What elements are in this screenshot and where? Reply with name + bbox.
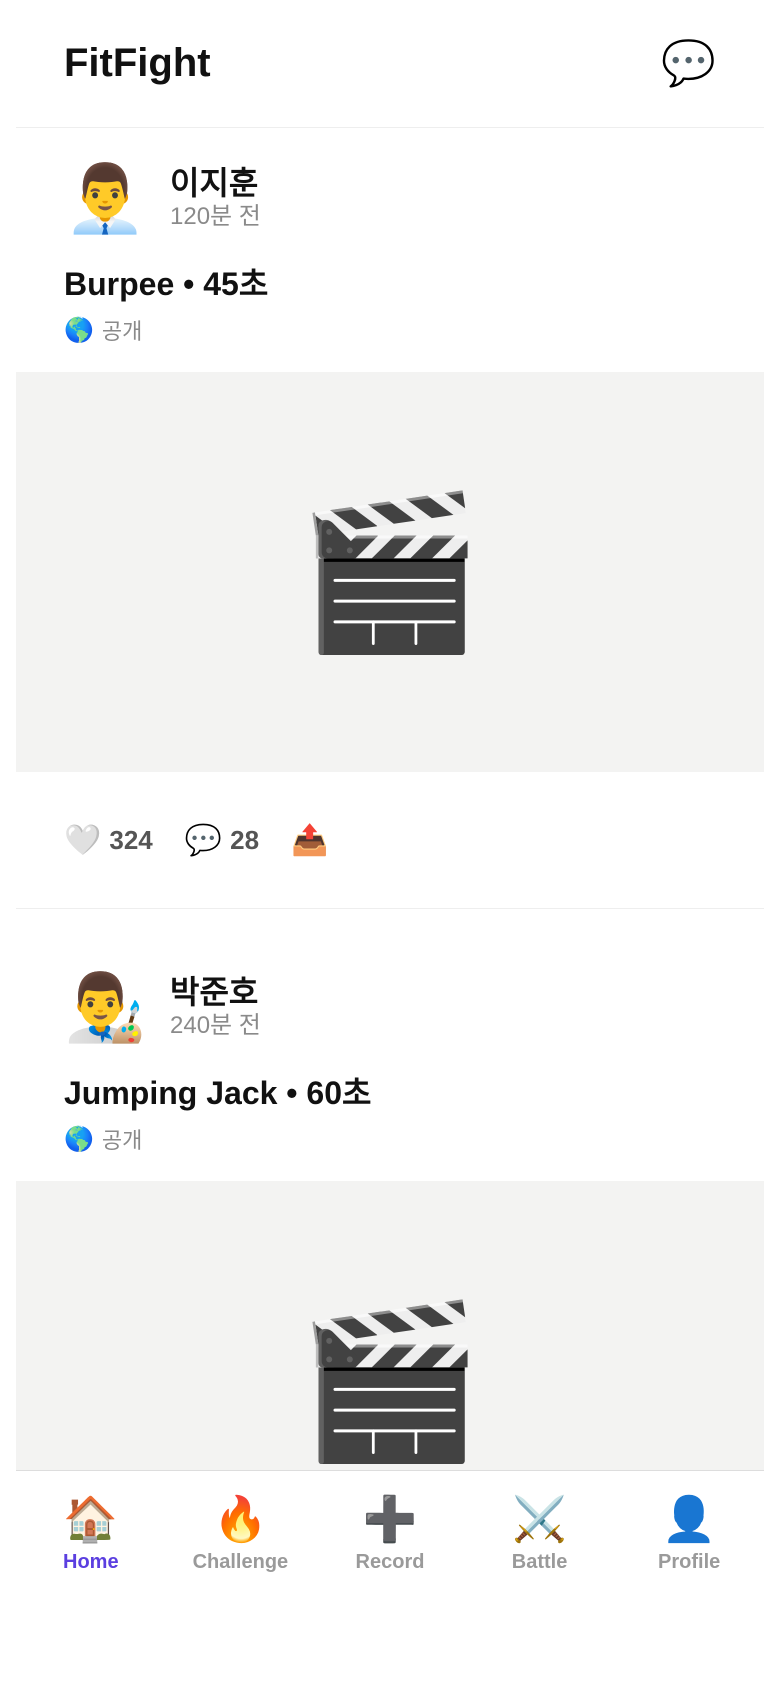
share-button[interactable]: 📤 xyxy=(291,823,328,858)
clapperboard-icon: 🎬 xyxy=(296,488,484,656)
comment-button[interactable]: 💬 28 xyxy=(185,823,259,858)
fire-icon: 🔥 xyxy=(212,1495,268,1544)
post-actions: 🤍 324 💬 28 📤 xyxy=(16,772,764,908)
post-time: 240분 전 xyxy=(170,1012,261,1039)
bottom-tab-bar: 🏠 Home 🔥 Challenge ➕ Record ⚔️ Battle 👤 … xyxy=(16,1470,764,1689)
post-header: 👨‍🎨 박준호 240분 전 Jumping Jack • 60초 🌎 공개 xyxy=(16,937,764,1155)
top-header: FitFight 💬 xyxy=(16,0,764,128)
messages-icon[interactable]: 💬 xyxy=(661,41,716,86)
tab-home[interactable]: 🏠 Home xyxy=(16,1471,166,1689)
post-user-meta: 이지훈 120분 전 xyxy=(170,164,261,232)
like-count: 324 xyxy=(109,824,153,855)
tab-label: Battle xyxy=(511,1551,568,1573)
tab-label: Challenge xyxy=(192,1551,289,1573)
profile-icon: 👤 xyxy=(661,1495,717,1544)
visibility-label: 공개 xyxy=(101,319,143,344)
globe-icon: 🌎 xyxy=(64,316,94,344)
post-username[interactable]: 박준호 xyxy=(170,973,261,1011)
post-time: 120분 전 xyxy=(170,203,261,230)
post-title: Jumping Jack • 60초 xyxy=(64,1075,372,1111)
home-icon: 🏠 xyxy=(63,1495,119,1544)
tab-profile[interactable]: 👤 Profile xyxy=(614,1471,764,1689)
avatar[interactable]: 👨‍💼 xyxy=(64,158,146,238)
post-video-placeholder[interactable]: 🎬 xyxy=(16,372,764,772)
crossed-swords-icon: ⚔️ xyxy=(512,1495,567,1544)
post-user-row[interactable]: 👨‍💼 이지훈 120분 전 xyxy=(64,158,716,238)
feed: 👨‍💼 이지훈 120분 전 Burpee • 45초 🌎 공개 🎬 🤍 xyxy=(16,128,764,1581)
feed-post: 👨‍💼 이지훈 120분 전 Burpee • 45초 🌎 공개 🎬 🤍 xyxy=(16,128,764,909)
avatar[interactable]: 👨‍🎨 xyxy=(64,967,146,1047)
visibility-label: 공개 xyxy=(101,1128,143,1153)
post-visibility: 🌎 공개 xyxy=(64,1123,716,1155)
post-username[interactable]: 이지훈 xyxy=(170,164,261,202)
heart-icon: 🤍 xyxy=(64,823,102,857)
post-visibility: 🌎 공개 xyxy=(64,314,716,346)
like-button[interactable]: 🤍 324 xyxy=(64,823,153,858)
app-title: FitFight xyxy=(64,41,211,85)
share-icon: 📤 xyxy=(291,823,329,857)
post-user-meta: 박준호 240분 전 xyxy=(170,973,261,1041)
post-title: Burpee • 45초 xyxy=(64,266,269,302)
tab-challenge[interactable]: 🔥 Challenge xyxy=(166,1471,316,1689)
clapperboard-icon: 🎬 xyxy=(296,1297,484,1465)
post-user-row[interactable]: 👨‍🎨 박준호 240분 전 xyxy=(64,967,716,1047)
comment-count: 28 xyxy=(230,824,260,855)
tab-label: Profile xyxy=(658,1551,721,1573)
app-container: FitFight 💬 👨‍💼 이지훈 120분 전 Burpee • 45초 🌎… xyxy=(16,0,764,1689)
plus-icon: ➕ xyxy=(362,1495,418,1544)
tab-battle[interactable]: ⚔️ Battle xyxy=(465,1471,615,1689)
post-header: 👨‍💼 이지훈 120분 전 Burpee • 45초 🌎 공개 xyxy=(16,128,764,346)
tab-record[interactable]: ➕ Record xyxy=(315,1471,465,1689)
globe-icon: 🌎 xyxy=(64,1125,94,1153)
comment-icon: 💬 xyxy=(184,823,223,857)
tab-label: Home xyxy=(63,1551,119,1573)
tab-label: Record xyxy=(355,1551,425,1573)
